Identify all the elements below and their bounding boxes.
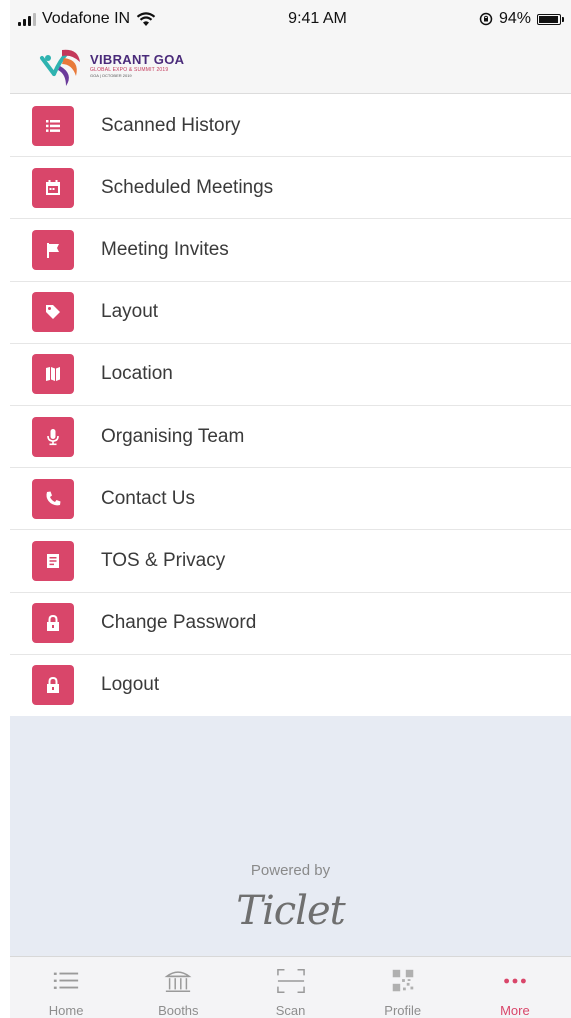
menu-item-meeting-invites[interactable]: Meeting Invites [10,219,571,282]
logo-dates: GOA | OCTOBER 2019 [90,73,132,78]
menu-item-logout[interactable]: Logout [10,655,571,717]
tab-label: Scan [275,1003,306,1018]
menu-item-scanned-history[interactable]: Scanned History [10,95,571,158]
tab-label: Home [48,1003,84,1018]
ticlet-brand-logo: Ticlet [236,888,345,934]
battery-icon [537,13,564,25]
status-left: Vodafone IN [18,10,156,28]
tab-more[interactable]: More [459,957,571,1018]
carrier-name: Vodafone IN [42,10,131,27]
calendar-icon [32,167,74,208]
menu-item-tos-privacy[interactable]: TOS & Privacy [10,530,571,593]
menu-item-label: Logout [101,674,160,696]
menu-item-label: Organising Team [101,425,245,447]
tab-profile[interactable]: Profile [347,957,459,1018]
lock-icon [32,603,74,644]
menu-item-scheduled-meetings[interactable]: Scheduled Meetings [10,157,571,220]
tab-label: Booths [158,1003,199,1018]
phone-icon [32,478,74,519]
menu-item-label: Scheduled Meetings [101,176,274,198]
scan-icon [276,969,305,993]
logo-title: VIBRANT GOA [90,52,185,67]
document-icon [32,540,74,581]
tab-scan[interactable]: Scan [234,957,346,1018]
logo-mark-icon [40,49,80,86]
tag-icon [32,292,74,333]
signal-icon [18,12,36,26]
logo-text: VIBRANT GOA GLOBAL EXPO & SUMMIT 2019 GO… [90,53,184,78]
battery-percent: 94% [498,10,531,27]
menu-item-label: Change Password [101,612,257,634]
menu-item-layout[interactable]: Layout [10,282,571,344]
tab-booths[interactable]: Booths [122,957,234,1018]
tab-home[interactable]: Home [10,957,122,1018]
map-icon [32,354,74,395]
menu-item-contact-us[interactable]: Contact Us [10,468,571,531]
tab-label: More [500,1003,530,1018]
menu-item-label: Scanned History [101,114,241,136]
menu-item-label: Contact Us [101,487,195,509]
qr-icon [392,969,413,992]
menu-item-change-password[interactable]: Change Password [10,593,571,655]
microphone-icon [32,416,74,457]
powered-by-text: Powered by [250,862,331,879]
more-menu-list: Scanned History Scheduled Meetings Meeti… [10,95,571,717]
bottom-tab-bar: Home Booths Scan Profile More [10,956,571,1018]
menu-item-label: Layout [101,301,159,323]
status-right: 94% [479,10,564,28]
app-header: VIBRANT GOA GLOBAL EXPO & SUMMIT 2019 GO… [10,38,571,94]
list-icon [53,972,79,989]
list-icon [32,105,74,146]
orientation-lock-icon [479,12,493,26]
menu-item-label: Location [101,363,173,385]
booth-icon [164,971,192,993]
wifi-icon [136,11,156,26]
menu-item-label: Meeting Invites [101,238,229,260]
status-bar: Vodafone IN 9:41 AM 94% [10,0,571,38]
vibrant-goa-logo: VIBRANT GOA GLOBAL EXPO & SUMMIT 2019 GO… [38,44,184,88]
flag-icon [32,229,74,270]
menu-item-label: TOS & Privacy [101,549,226,571]
status-time: 9:41 AM [288,10,347,27]
menu-item-location[interactable]: Location [10,344,571,406]
more-dots-icon [504,978,526,984]
menu-item-organising-team[interactable]: Organising Team [10,406,571,469]
tab-label: Profile [384,1003,422,1018]
lock-icon [32,665,74,706]
